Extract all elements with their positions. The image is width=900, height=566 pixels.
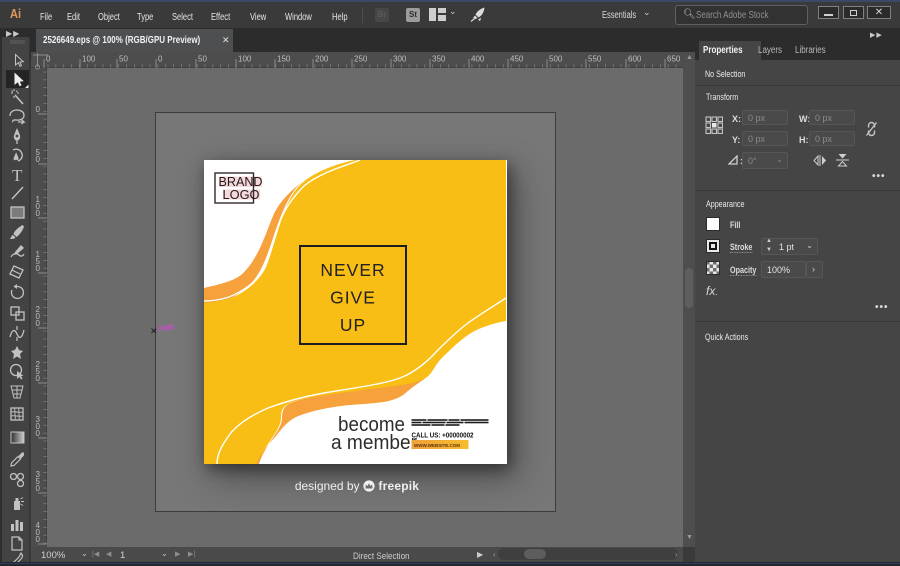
svg-text:T: T [12,166,23,185]
svg-text:GIVE: GIVE [330,288,376,308]
svg-text:a member: a member [331,432,417,454]
svg-text:CALL US: +00000002: CALL US: +00000002 [412,433,474,440]
svg-text:100: 100 [82,55,96,64]
svg-text:LOGO: LOGO [223,188,260,202]
svg-text:250: 250 [354,55,368,64]
svg-text:200: 200 [315,55,329,64]
svg-text:WWW.WEBSITE.COM: WWW.WEBSITE.COM [414,443,460,449]
svg-text:550: 550 [588,55,602,64]
svg-text:300: 300 [393,55,407,64]
svg-text:600: 600 [628,55,642,64]
svg-text:450: 450 [510,55,524,64]
svg-text:400: 400 [471,55,485,64]
svg-text:NEVER: NEVER [320,260,385,280]
svg-text:0: 0 [36,105,41,114]
svg-text:150: 150 [277,55,291,64]
svg-text:500: 500 [549,55,563,64]
svg-text:UP: UP [340,315,366,335]
svg-text:0: 0 [36,319,41,328]
svg-text:0: 0 [46,55,51,64]
svg-text:50: 50 [119,55,128,64]
svg-text:350: 350 [432,55,446,64]
svg-text:50: 50 [198,55,207,64]
svg-text:0: 0 [36,374,41,383]
svg-text:0: 0 [36,429,41,438]
svg-text:0: 0 [36,209,41,218]
svg-text:0: 0 [36,264,41,273]
svg-text:0: 0 [36,535,41,544]
svg-text:0: 0 [36,155,41,164]
svg-text:650: 650 [667,55,681,64]
svg-text:100: 100 [238,55,252,64]
svg-text:0: 0 [158,55,163,64]
